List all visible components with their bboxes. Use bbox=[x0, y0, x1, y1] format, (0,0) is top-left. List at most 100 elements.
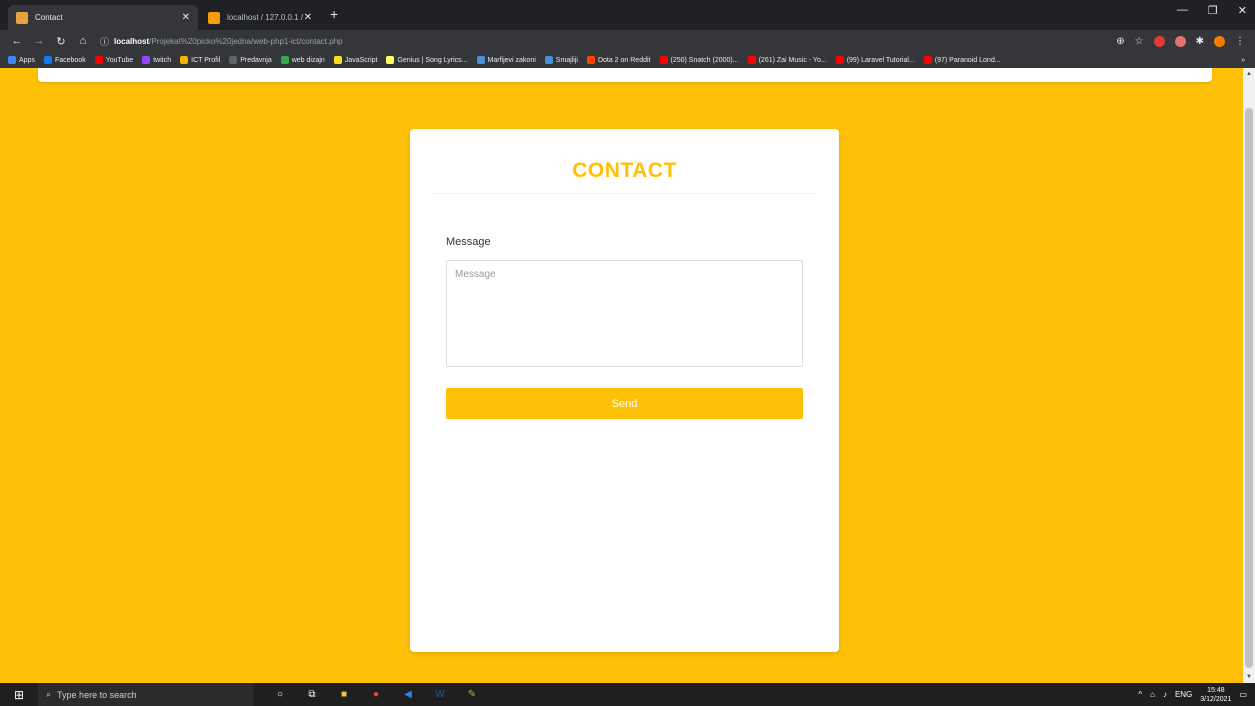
bookmark-favicon-icon bbox=[333, 56, 342, 64]
chrome-icon[interactable]: ● bbox=[369, 688, 383, 702]
bookmark-label: Marfijevi zakoni bbox=[487, 56, 536, 64]
bookmark-favicon-icon bbox=[142, 56, 151, 64]
paint-icon[interactable]: ✎ bbox=[465, 688, 479, 702]
contact-card: CONTACT Message Send bbox=[410, 129, 839, 652]
bookmark-star-icon[interactable]: ☆ bbox=[1135, 36, 1144, 47]
close-window-icon[interactable]: ✕ bbox=[1238, 4, 1247, 17]
bookmark-favicon-icon bbox=[544, 56, 553, 64]
bookmark-favicon-icon bbox=[923, 56, 932, 64]
extension-icon[interactable] bbox=[1153, 35, 1165, 47]
zoom-icon[interactable]: ⊕ bbox=[1116, 36, 1124, 47]
bookmark-item[interactable]: Facebook bbox=[43, 56, 86, 64]
bookmark-label: (250) Snatch (2000)... bbox=[670, 56, 739, 64]
bookmark-favicon-icon bbox=[747, 56, 756, 64]
tab-title: Contact bbox=[35, 13, 63, 22]
bookmark-favicon-icon bbox=[386, 56, 395, 64]
send-button[interactable]: Send bbox=[446, 388, 803, 419]
toolbar-right-icons: ⊕ ☆ ✱ ⋮ bbox=[1116, 35, 1245, 47]
bookmark-item[interactable]: Genius | Song Lyrics... bbox=[386, 56, 468, 64]
bookmark-item[interactable]: web dizajn bbox=[280, 56, 325, 64]
address-bar[interactable]: ⓘ localhost /Projekat%20picko%20jedna/we… bbox=[100, 32, 1110, 50]
cortana-icon[interactable]: ○ bbox=[273, 688, 287, 702]
extension-icon[interactable] bbox=[1174, 35, 1186, 47]
notifications-icon[interactable]: ▭ bbox=[1239, 690, 1247, 699]
page-viewport: CONTACT Message Send ▲ ▼ bbox=[0, 68, 1255, 683]
bookmark-label: Apps bbox=[19, 56, 35, 64]
home-icon[interactable]: ⌂ bbox=[74, 35, 92, 47]
profile-avatar-icon[interactable] bbox=[1214, 35, 1225, 47]
tab-close-icon[interactable]: ✕ bbox=[304, 12, 312, 23]
bookmark-item[interactable]: YouTube bbox=[94, 56, 134, 64]
bookmark-label: Dota 2 on Reddit bbox=[597, 56, 651, 64]
system-tray: ^ ⌂ ♪ ENG 15:48 3/12/2021 ▭ bbox=[1138, 686, 1255, 704]
new-tab-button[interactable]: + bbox=[330, 6, 338, 22]
bookmark-favicon-icon bbox=[43, 56, 52, 64]
vscode-icon[interactable]: ◀ bbox=[401, 688, 415, 702]
search-icon: ⌕ bbox=[46, 689, 52, 699]
info-icon[interactable]: ⓘ bbox=[100, 35, 109, 48]
bookmark-label: YouTube bbox=[105, 56, 134, 64]
bookmark-item[interactable]: ICT Profil bbox=[180, 56, 220, 64]
bookmark-favicon-icon bbox=[586, 56, 595, 64]
extensions-puzzle-icon[interactable]: ✱ bbox=[1196, 36, 1204, 47]
tab-title: localhost / 127.0.0.1 / acabaza / … bbox=[227, 13, 304, 22]
bookmark-favicon-icon bbox=[280, 56, 289, 64]
restore-icon[interactable]: ❐ bbox=[1208, 4, 1218, 17]
bookmarks-bar: Apps Facebook YouTube twitch ICT Profil Preda… bbox=[0, 52, 1255, 68]
bookmark-favicon-icon bbox=[180, 56, 189, 64]
bookmark-item[interactable]: (261) Zai Music - Yo... bbox=[747, 56, 827, 64]
bookmark-favicon-icon bbox=[94, 56, 103, 64]
bookmark-label: Predavnja bbox=[240, 56, 272, 64]
task-view-icon[interactable]: ⧉ bbox=[305, 688, 319, 702]
bookmark-label: twitch bbox=[153, 56, 172, 64]
bookmarks-overflow-icon[interactable]: » bbox=[1241, 57, 1245, 64]
tab-phpmyadmin[interactable]: localhost / 127.0.0.1 / acabaza / … ✕ bbox=[200, 5, 320, 30]
bookmark-item[interactable]: JavaScript bbox=[333, 56, 377, 64]
language-indicator[interactable]: ENG bbox=[1175, 690, 1192, 699]
bookmark-label: Genius | Song Lyrics... bbox=[397, 56, 468, 64]
chevron-up-icon[interactable]: ^ bbox=[1138, 690, 1142, 699]
bookmark-item[interactable]: (97) Paranoid Lond... bbox=[923, 56, 1001, 64]
minimize-icon[interactable]: — bbox=[1177, 4, 1188, 17]
bookmark-item[interactable]: (99) Laravel Tutorial... bbox=[835, 56, 915, 64]
url-path: /Projekat%20picko%20jedna/web-php1-ict/c… bbox=[149, 36, 343, 46]
windows-taskbar: ⊞ ⌕ Type here to search ○ ⧉ ■ ● ◀ W ✎ ^ … bbox=[0, 683, 1255, 706]
scrollbar-thumb[interactable] bbox=[1245, 108, 1253, 668]
bookmark-item[interactable]: Dota 2 on Reddit bbox=[586, 56, 651, 64]
windows-start-icon[interactable]: ⊞ bbox=[0, 688, 38, 702]
tab-close-icon[interactable]: ✕ bbox=[182, 12, 190, 23]
bookmark-item[interactable]: (250) Snatch (2000)... bbox=[659, 56, 739, 64]
clock[interactable]: 15:48 3/12/2021 bbox=[1200, 686, 1231, 704]
window-controls: — ❐ ✕ bbox=[1177, 4, 1247, 17]
volume-icon[interactable]: ♪ bbox=[1163, 690, 1167, 699]
page-favicon-icon bbox=[16, 11, 28, 24]
menu-kebab-icon[interactable]: ⋮ bbox=[1235, 36, 1245, 47]
scroll-up-icon[interactable]: ▲ bbox=[1246, 71, 1252, 77]
word-icon[interactable]: W bbox=[433, 688, 447, 702]
bookmark-label: ICT Profil bbox=[191, 56, 221, 64]
bookmark-item[interactable]: Marfijevi zakoni bbox=[476, 56, 536, 64]
tab-contact[interactable]: Contact ✕ bbox=[8, 5, 198, 30]
reload-icon[interactable]: ↻ bbox=[52, 35, 70, 48]
bookmark-item[interactable]: twitch bbox=[142, 56, 171, 64]
bookmark-label: Smajliji bbox=[555, 56, 578, 64]
bookmark-item[interactable]: Predavnja bbox=[229, 56, 272, 64]
file-explorer-icon[interactable]: ■ bbox=[337, 688, 351, 702]
back-icon[interactable]: ← bbox=[8, 35, 26, 47]
message-label: Message bbox=[446, 236, 491, 248]
taskbar-apps: ○ ⧉ ■ ● ◀ W ✎ bbox=[273, 688, 479, 702]
bookmark-label: Facebook bbox=[54, 56, 86, 64]
clock-date: 3/12/2021 bbox=[1200, 695, 1232, 703]
bookmark-item[interactable]: Smajliji bbox=[544, 56, 578, 64]
scroll-down-icon[interactable]: ▼ bbox=[1246, 674, 1252, 680]
browser-toolbar: ← → ↻ ⌂ ⓘ localhost /Projekat%20picko%20… bbox=[0, 30, 1255, 52]
message-textarea[interactable] bbox=[446, 260, 803, 367]
bookmark-item[interactable]: Apps bbox=[8, 56, 35, 64]
taskbar-search[interactable]: ⌕ Type here to search bbox=[38, 683, 253, 706]
page-scrollbar[interactable]: ▲ ▼ bbox=[1243, 68, 1255, 683]
bookmark-favicon-icon bbox=[8, 56, 16, 64]
network-icon[interactable]: ⌂ bbox=[1150, 690, 1155, 699]
forward-icon[interactable]: → bbox=[30, 35, 48, 47]
bookmark-favicon-icon bbox=[476, 56, 485, 64]
bookmark-label: (261) Zai Music - Yo... bbox=[758, 56, 827, 64]
